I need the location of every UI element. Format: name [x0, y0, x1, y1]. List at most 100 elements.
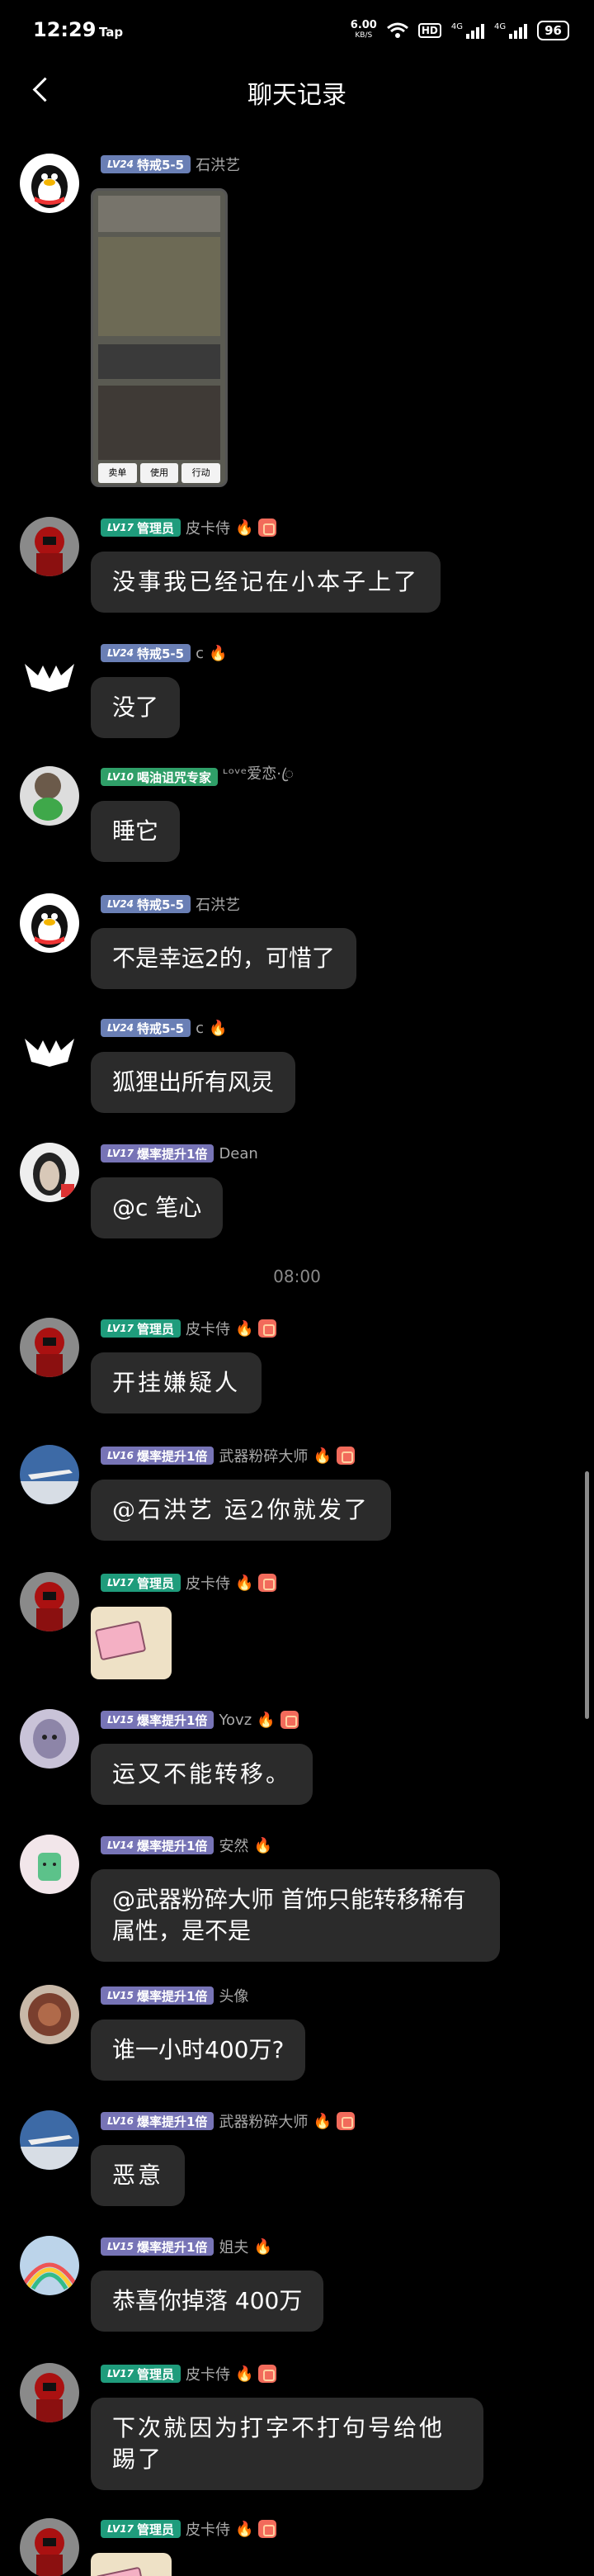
medal-icon — [336, 1447, 355, 1465]
avatar[interactable] — [20, 517, 79, 576]
message-bubble[interactable]: @石洪艺 运2你就发了 — [91, 1480, 391, 1541]
sender-name[interactable]: 皮卡侍 — [186, 517, 230, 538]
message-meta: LV15 爆率提升1倍 姐夫 🔥 — [101, 2236, 272, 2257]
message-bubble[interactable]: 下次就因为打字不打句号给他踢了 — [91, 2398, 483, 2490]
sticker-message[interactable] — [91, 2553, 172, 2576]
fire-icon: 🔥 — [235, 519, 254, 537]
image-message[interactable]: 卖单 使用 行动 — [91, 188, 228, 487]
sender-name[interactable]: 皮卡侍 — [186, 2363, 230, 2384]
message-bubble[interactable]: 开挂嫌疑人 — [91, 1352, 262, 1413]
message-bubble[interactable]: 恭喜你掉落 400万 — [91, 2271, 324, 2332]
level-badge: LV15 爆率提升1倍 — [101, 1711, 214, 1729]
avatar[interactable] — [20, 2236, 79, 2295]
message-bubble[interactable]: 恶意 — [91, 2145, 186, 2206]
sender-name[interactable]: 皮卡侍 — [186, 2518, 230, 2540]
fire-icon: 🔥 — [235, 1319, 254, 1338]
level-badge: LV10 喝油诅咒专家 — [101, 768, 218, 786]
avatar[interactable] — [20, 1985, 79, 2044]
avatar[interactable] — [20, 1318, 79, 1377]
level-badge: LV24 特戒5-5 — [101, 155, 191, 173]
image-button-label: 使用 — [139, 463, 179, 483]
sender-name[interactable]: 石洪艺 — [196, 893, 240, 915]
message-bubble[interactable]: @c 笔心 — [91, 1177, 224, 1238]
hd-icon: HD — [417, 23, 441, 38]
signal-icon: 4G — [451, 22, 484, 39]
sender-name[interactable]: c — [196, 1020, 204, 1037]
avatar[interactable] — [20, 2363, 79, 2422]
sender-name[interactable]: c — [196, 645, 204, 662]
fire-icon: 🔥 — [235, 2520, 254, 2538]
message-meta: LV24 特戒5-5 石洪艺 — [101, 154, 240, 175]
message-bubble[interactable]: 没了 — [91, 677, 181, 738]
medal-icon — [258, 1319, 277, 1338]
message-meta: LV17 管理员 皮卡侍 🔥 — [101, 2518, 277, 2540]
sender-name[interactable]: 安然 — [219, 1835, 248, 1856]
message-meta: LV24 特戒5-5 c 🔥 — [101, 1017, 227, 1039]
level-badge: LV16 爆率提升1倍 — [101, 2112, 214, 2130]
avatar[interactable] — [20, 1445, 79, 1504]
message-meta: LV16 爆率提升1倍 武器粉碎大师 🔥 — [101, 2110, 355, 2132]
avatar[interactable] — [20, 1709, 79, 1769]
avatar[interactable] — [20, 154, 79, 213]
avatar[interactable] — [20, 2110, 79, 2170]
navigation-bar: 聊天记录 — [0, 66, 594, 116]
scrollbar[interactable] — [585, 1471, 589, 1719]
message-meta: LV17 爆率提升1倍 Dean — [101, 1143, 258, 1164]
sender-name[interactable]: 皮卡侍 — [186, 1572, 230, 1593]
message-bubble[interactable]: 谁一小时400万? — [91, 2020, 306, 2081]
fire-icon: 🔥 — [209, 644, 228, 662]
level-badge: LV17 爆率提升1倍 — [101, 1144, 214, 1163]
avatar[interactable] — [20, 1143, 79, 1202]
message-bubble[interactable]: 狐狸出所有风灵 — [91, 1052, 296, 1113]
message-meta: LV10 喝油诅咒专家 ᶫᵒᵛᵉ爱恋·ꦿ — [101, 765, 294, 788]
message-meta: LV15 爆率提升1倍 头像 — [101, 1985, 248, 2006]
image-button-label: 卖单 — [98, 463, 137, 483]
message-meta: LV24 特戒5-5 c 🔥 — [101, 642, 227, 664]
level-badge: LV15 爆率提升1倍 — [101, 1986, 214, 2005]
medal-icon — [258, 2520, 277, 2538]
sender-name[interactable]: Yovz — [219, 1712, 252, 1729]
message-bubble[interactable]: 睡它 — [91, 801, 181, 862]
message-meta: LV24 特戒5-5 石洪艺 — [101, 893, 240, 915]
avatar[interactable] — [20, 766, 79, 826]
message-meta: LV17 管理员 皮卡侍 🔥 — [101, 517, 277, 538]
page-title: 聊天记录 — [248, 81, 346, 110]
message-meta: LV15 爆率提升1倍 Yovz 🔥 — [101, 1709, 299, 1731]
message-bubble[interactable]: 没事我已经记在小本子上了 — [91, 552, 441, 613]
message-bubble[interactable]: 不是幸运2的，可惜了 — [91, 928, 356, 989]
fire-icon: 🔥 — [253, 2237, 272, 2256]
message-bubble[interactable]: 运又不能转移。 — [91, 1744, 314, 1805]
message-meta: LV17 管理员 皮卡侍 🔥 — [101, 1572, 277, 1593]
sender-name[interactable]: 头像 — [219, 1985, 248, 2006]
medal-icon — [280, 1711, 299, 1729]
level-badge: LV24 特戒5-5 — [101, 895, 191, 913]
level-badge: LV14 爆率提升1倍 — [101, 1836, 214, 1854]
message-meta: LV16 爆率提升1倍 武器粉碎大师 🔥 — [101, 1445, 355, 1466]
sender-name[interactable]: 姐夫 — [219, 2236, 248, 2257]
medal-icon — [258, 519, 277, 537]
sender-name[interactable]: 皮卡侍 — [186, 1318, 230, 1339]
avatar[interactable] — [20, 1572, 79, 1631]
avatar[interactable] — [20, 1017, 79, 1077]
level-badge: LV24 特戒5-5 — [101, 1019, 191, 1037]
signal-icon-2: 4G — [494, 22, 528, 39]
avatar[interactable] — [20, 642, 79, 702]
medal-icon — [336, 2112, 355, 2130]
sender-name[interactable]: 武器粉碎大师 — [219, 2110, 308, 2132]
sender-name[interactable]: ᶫᵒᵛᵉ爱恋·ꦿ — [223, 762, 294, 793]
level-badge: LV17 管理员 — [101, 2520, 181, 2538]
sender-name[interactable]: Dean — [219, 1145, 257, 1163]
avatar[interactable] — [20, 2518, 79, 2576]
fire-icon: 🔥 — [235, 2365, 254, 2383]
sender-name[interactable]: 武器粉碎大师 — [219, 1445, 308, 1466]
avatar[interactable] — [20, 1835, 79, 1894]
status-time: 12:29 — [33, 18, 97, 41]
avatar[interactable] — [20, 893, 79, 953]
level-badge: LV17 管理员 — [101, 1319, 181, 1338]
sender-name[interactable]: 石洪艺 — [196, 154, 240, 175]
sticker-message[interactable] — [91, 1607, 172, 1679]
level-badge: LV17 管理员 — [101, 519, 181, 537]
message-bubble[interactable]: @武器粉碎大师 首饰只能转移稀有属性，是不是 — [91, 1869, 500, 1962]
message-meta: LV17 管理员 皮卡侍 🔥 — [101, 2363, 277, 2384]
message-meta: LV17 管理员 皮卡侍 🔥 — [101, 1318, 277, 1339]
